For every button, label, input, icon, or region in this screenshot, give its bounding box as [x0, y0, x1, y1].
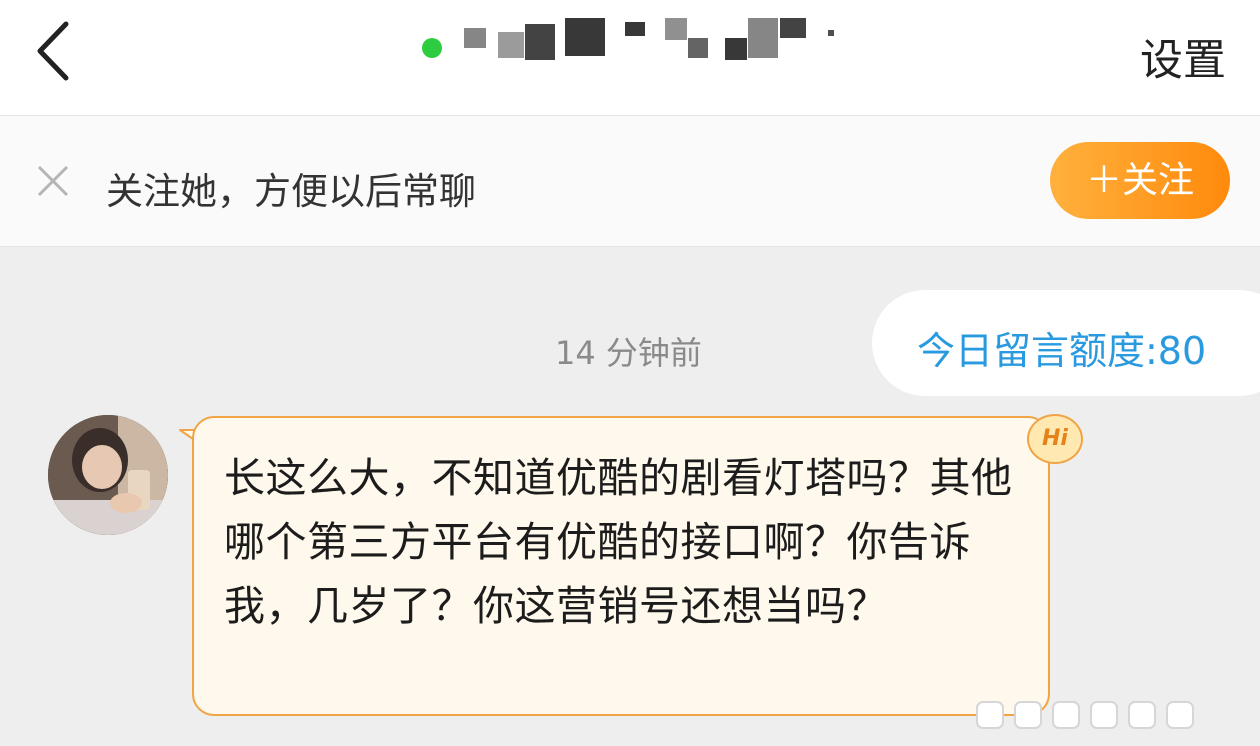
follow-suggestion-bar: 关注她，方便以后常聊 ＋关注 — [0, 116, 1260, 247]
message-timestamp: 14 分钟前 — [555, 334, 702, 372]
top-bar: 设置 — [0, 0, 1260, 116]
close-icon[interactable] — [36, 164, 70, 198]
watermark-icon — [976, 701, 1194, 729]
follow-tip-text: 关注她，方便以后常聊 — [106, 170, 476, 213]
message-quota-text: 今日留言额度:80 — [917, 329, 1207, 373]
follow-button[interactable]: ＋关注 — [1050, 142, 1230, 219]
online-status-dot — [422, 38, 442, 58]
chevron-left-icon — [37, 21, 69, 81]
avatar-photo — [48, 415, 168, 535]
message-text: 长这么大，不知道优酷的剧看灯塔吗？其他哪个第三方平台有优酷的接口啊？你告诉我，几… — [224, 454, 1013, 630]
back-button[interactable] — [30, 18, 90, 88]
message-quota-pill: 今日留言额度:80 — [872, 290, 1260, 396]
avatar[interactable] — [48, 415, 168, 535]
hi-badge-icon: Hi — [1027, 414, 1083, 464]
chat-title-blurred — [420, 18, 850, 74]
settings-button[interactable]: 设置 — [1140, 26, 1226, 88]
message-bubble[interactable]: 长这么大，不知道优酷的剧看灯塔吗？其他哪个第三方平台有优酷的接口啊？你告诉我，几… — [192, 416, 1050, 716]
